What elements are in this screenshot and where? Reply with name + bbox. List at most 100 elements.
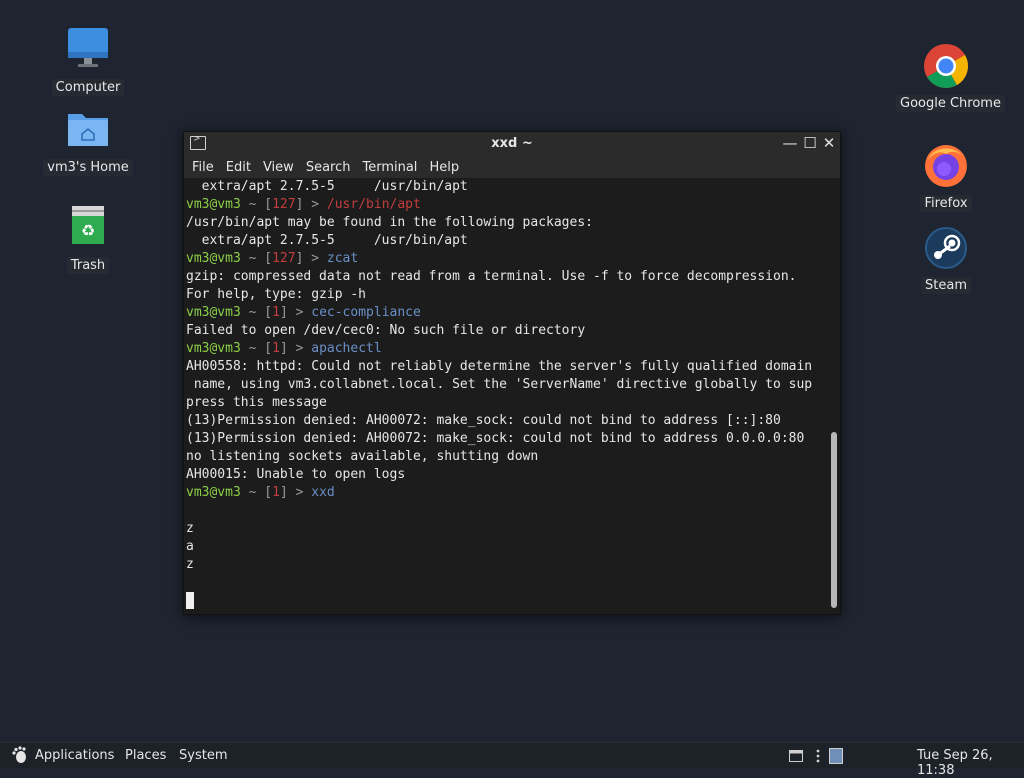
prompt-bracket: ] [279,485,288,500]
prompt-dir: ~ [248,251,257,266]
menu-terminal[interactable]: Terminal [356,160,423,175]
terminal-line: Failed to open /dev/cec0: No such file o… [186,323,586,338]
window-titlebar[interactable]: xxd ~ — ☐ ✕ [184,132,840,156]
separator-icon [815,748,821,768]
prompt-dir: ~ [248,341,257,356]
desktop-icon-label: Trash [66,257,110,274]
prompt-exit-code: 127 [272,251,296,266]
terminal-line: vm3@vm3 ~ [1] > cec-compliance [186,304,828,322]
prompt-bracket: [ [264,305,273,320]
desktop-icon-label: Computer [51,79,125,96]
prompt-user: vm3@vm3 [186,341,241,356]
menu-bar: File Edit View Search Terminal Help [184,156,840,178]
terminal-window[interactable]: xxd ~ — ☐ ✕ File Edit View Search Termin… [183,131,841,615]
prompt-separator: > [311,197,320,212]
steam-icon [922,224,970,272]
prompt-separator: > [295,485,304,500]
terminal-line [186,592,828,610]
prompt-command: apachectl [311,341,382,356]
prompt-user: vm3@vm3 [186,485,241,500]
chrome-icon [922,42,970,90]
terminal-line: press this message [186,395,327,410]
prompt-bracket: ] [295,197,304,212]
desktop-icon-label: Google Chrome [896,95,1005,112]
menu-search[interactable]: Search [300,160,357,175]
terminal-line: a [186,539,194,554]
prompt-bracket: [ [264,197,273,212]
desktop-icon-home[interactable]: vm3's Home [43,106,133,176]
terminal-line: no listening sockets available, shutting… [186,449,539,464]
applications-menu[interactable]: Applications [35,748,114,763]
terminal-output[interactable]: extra/apt 2.7.5-5 /usr/bin/apt vm3@vm3 ~ … [184,178,828,614]
prompt-separator: > [295,305,304,320]
terminal-line: AH00558: httpd: Could not reliably deter… [186,359,813,374]
prompt-command: cec-compliance [311,305,421,320]
desktop-icon-firefox[interactable]: Firefox [901,142,991,212]
monitor-icon [64,26,112,74]
scrollbar[interactable] [830,180,838,612]
prompt-bracket: ] [279,341,288,356]
prompt-dir: ~ [248,485,257,500]
terminal-line: extra/apt 2.7.5-5 /usr/bin/apt [186,179,468,194]
terminal-line: AH00015: Unable to open logs [186,467,406,482]
workspace-switcher-icon[interactable] [829,748,843,768]
prompt-bracket: [ [264,341,273,356]
terminal-line: vm3@vm3 ~ [1] > xxd [186,484,828,502]
desktop-icon-chrome[interactable]: Google Chrome [896,42,1005,112]
terminal-line: vm3@vm3 ~ [127] > zcat [186,250,828,268]
prompt-user: vm3@vm3 [186,251,241,266]
desktop-icon-trash[interactable]: ♻ Trash [43,204,133,274]
prompt-bracket: [ [264,251,273,266]
menu-file[interactable]: File [186,160,220,175]
menu-view[interactable]: View [257,160,300,175]
text-cursor [186,592,194,609]
prompt-command: xxd [311,485,335,500]
svg-text:♻: ♻ [81,221,95,240]
terminal-line: gzip: compressed data not read from a te… [186,269,797,284]
terminal-line: z [186,521,194,536]
trash-icon: ♻ [64,204,112,252]
clock[interactable]: Tue Sep 26, 11:38 [917,748,1024,778]
terminal-line: For help, type: gzip -h [186,287,367,302]
bottom-panel: Applications Places System Tue Sep 26, 1… [0,742,1024,778]
desktop-icon-label: Steam [921,277,971,294]
terminal-line: name, using vm3.collabnet.local. Set the… [186,377,813,392]
window-list-icon[interactable] [789,750,803,766]
window-title: xxd ~ [491,136,533,151]
terminal-line: z [186,557,194,572]
desktop-icon-steam[interactable]: Steam [901,224,991,294]
prompt-bracket: ] [295,251,304,266]
terminal-line: /usr/bin/apt may be found in the followi… [186,215,593,230]
prompt-dir: ~ [248,305,257,320]
prompt-dir: ~ [248,197,257,212]
prompt-command: zcat [326,251,359,266]
terminal-line: vm3@vm3 ~ [127] > /usr/bin/apt [186,196,828,214]
terminal-line: (13)Permission denied: AH00072: make_soc… [186,431,805,446]
desktop-icon-computer[interactable]: Computer [43,26,133,96]
prompt-user: vm3@vm3 [186,305,241,320]
prompt-separator: > [311,251,320,266]
gnome-foot-icon[interactable] [10,746,28,768]
terminal-line: vm3@vm3 ~ [1] > apachectl [186,340,828,358]
desktop-icon-label: Firefox [920,195,972,212]
minimize-button[interactable]: — [782,134,798,152]
close-button[interactable]: ✕ [821,134,837,152]
home-folder-icon [64,106,112,154]
menu-edit[interactable]: Edit [220,160,257,175]
prompt-bracket: [ [264,485,273,500]
prompt-exit-code: 1 [272,485,280,500]
places-menu[interactable]: Places [125,748,166,763]
menu-help[interactable]: Help [423,160,465,175]
prompt-exit-code: 127 [272,197,296,212]
scrollbar-thumb[interactable] [831,432,837,608]
prompt-user: vm3@vm3 [186,197,241,212]
prompt-command: /usr/bin/apt [326,197,421,212]
maximize-button[interactable]: ☐ [802,134,818,152]
firefox-icon [922,142,970,190]
terminal-line: (13)Permission denied: AH00072: make_soc… [186,413,781,428]
desktop-icon-label: vm3's Home [43,159,133,176]
system-menu[interactable]: System [179,748,227,763]
prompt-bracket: ] [279,305,288,320]
